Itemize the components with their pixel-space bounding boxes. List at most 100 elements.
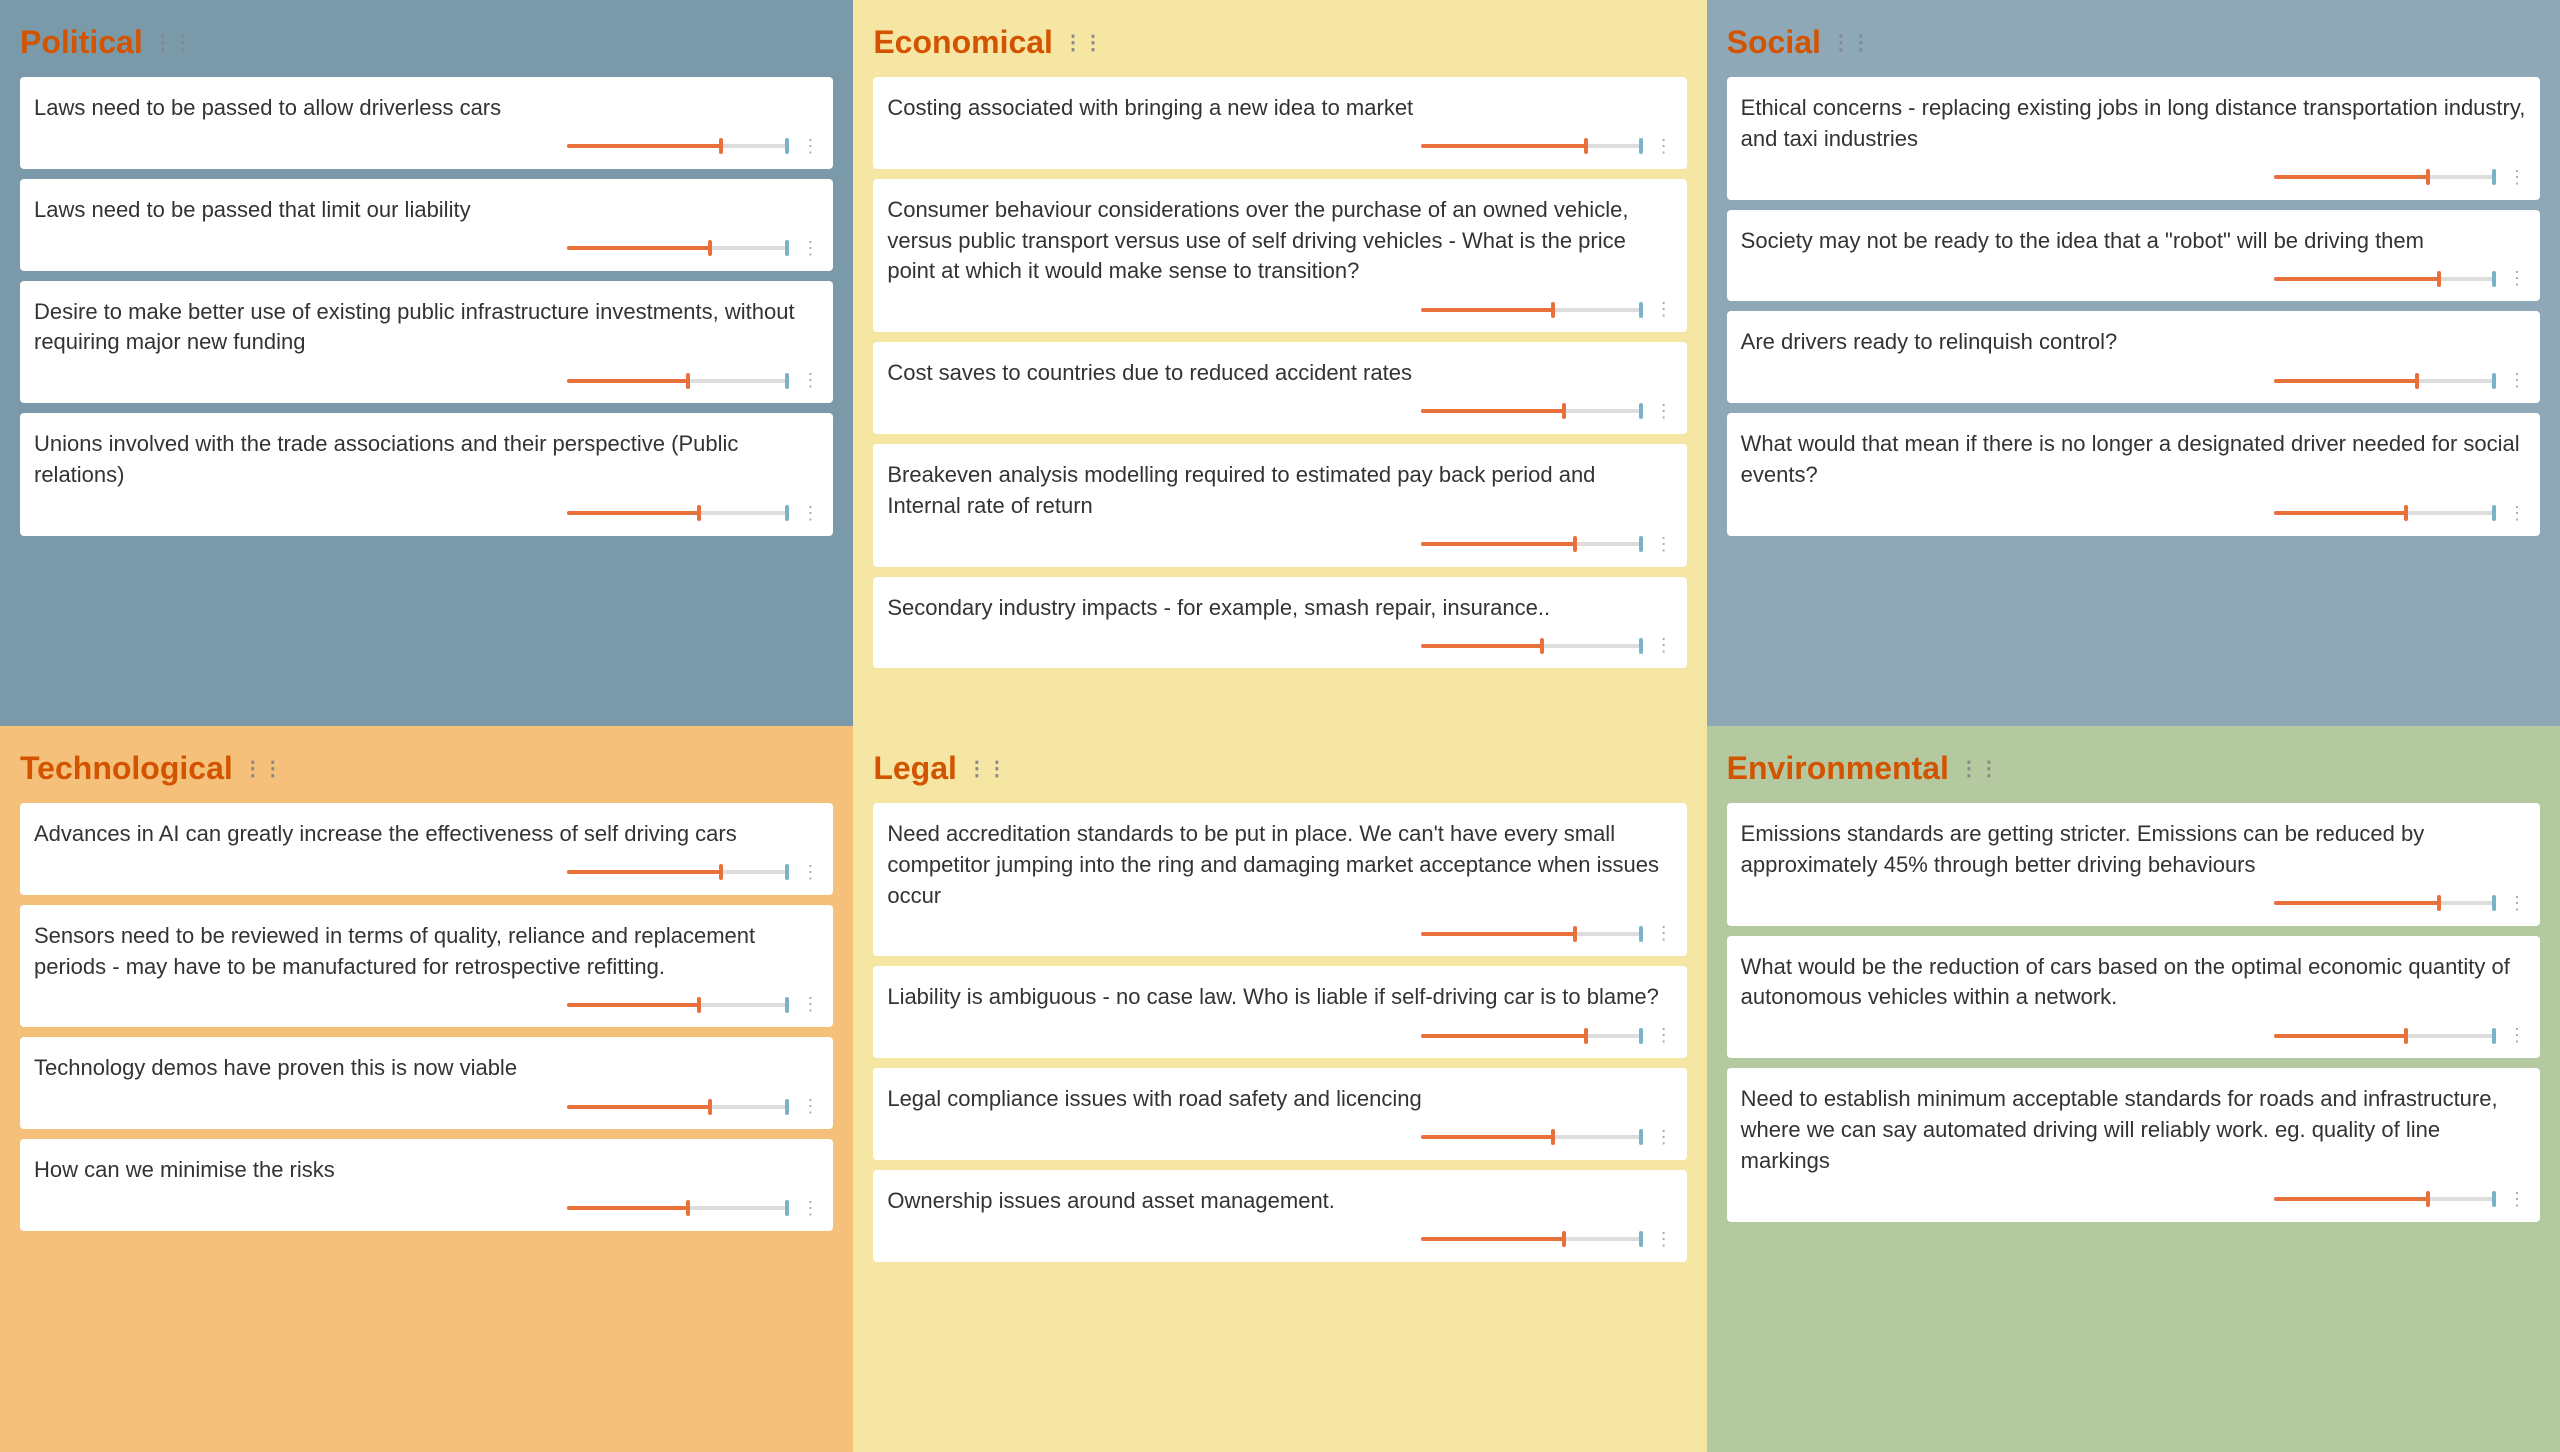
social-card-0-slider-thumb[interactable] <box>2426 169 2430 185</box>
social-card-3-dots-icon[interactable]: ⋮ <box>2508 503 2526 524</box>
legal-card-3-text: Ownership issues around asset management… <box>887 1186 1672 1217</box>
social-card-1-controls: ⋮ <box>1741 268 2526 293</box>
environmental-card-2-slider[interactable] <box>2274 1197 2494 1201</box>
economical-card-3-controls: ⋮ <box>887 534 1672 559</box>
legal-card-1-slider-thumb[interactable] <box>1584 1028 1588 1044</box>
technological-card-1-slider-thumb[interactable] <box>697 997 701 1013</box>
economical-card-0-slider[interactable] <box>1421 144 1641 148</box>
political-card-3-text: Unions involved with the trade associati… <box>34 429 819 491</box>
political-card-2-dots-icon[interactable]: ⋮ <box>801 370 819 391</box>
economical-card-4-dots-icon[interactable]: ⋮ <box>1655 635 1673 656</box>
legal-card-2: Legal compliance issues with road safety… <box>873 1068 1686 1160</box>
environmental-card-0-controls: ⋮ <box>1741 893 2526 918</box>
technological-card-1-controls: ⋮ <box>34 994 819 1019</box>
legal-card-3-slider-thumb[interactable] <box>1562 1231 1566 1247</box>
social-title-text: Social <box>1727 24 1821 61</box>
environmental-drag-icon[interactable]: ⋮⋮ <box>1959 756 1999 781</box>
economical-card-3-dots-icon[interactable]: ⋮ <box>1655 534 1673 555</box>
social-card-1-slider-thumb[interactable] <box>2437 271 2441 287</box>
social-card-2-slider[interactable] <box>2274 379 2494 383</box>
technological-card-2-dots-icon[interactable]: ⋮ <box>801 1096 819 1117</box>
economical-card-2-slider[interactable] <box>1421 409 1641 413</box>
political-card-2-text: Desire to make better use of existing pu… <box>34 297 819 359</box>
political-card-0-slider-thumb[interactable] <box>719 138 723 154</box>
social-card-0-slider[interactable] <box>2274 175 2494 179</box>
social-drag-icon[interactable]: ⋮⋮ <box>1831 30 1871 55</box>
political-card-0-dots-icon[interactable]: ⋮ <box>801 136 819 157</box>
legal-drag-icon[interactable]: ⋮⋮ <box>967 756 1007 781</box>
environmental-card-1-controls: ⋮ <box>1741 1025 2526 1050</box>
legal-card-2-dots-icon[interactable]: ⋮ <box>1655 1127 1673 1148</box>
technological-card-3-slider-thumb[interactable] <box>686 1200 690 1216</box>
technological-card-1: Sensors need to be reviewed in terms of … <box>20 905 833 1028</box>
political-card-3-dots-icon[interactable]: ⋮ <box>801 503 819 524</box>
legal-card-1-dots-icon[interactable]: ⋮ <box>1655 1025 1673 1046</box>
economical-card-4-slider[interactable] <box>1421 644 1641 648</box>
technological-card-2-slider-thumb[interactable] <box>708 1099 712 1115</box>
social-card-2-slider-thumb[interactable] <box>2415 373 2419 389</box>
technological-card-1-slider[interactable] <box>567 1003 787 1007</box>
economical-card-3-slider-thumb[interactable] <box>1573 536 1577 552</box>
legal-card-3-slider-end <box>1639 1231 1643 1247</box>
technological-card-0-dots-icon[interactable]: ⋮ <box>801 862 819 883</box>
technological-card-3-dots-icon[interactable]: ⋮ <box>801 1198 819 1219</box>
political-drag-icon[interactable]: ⋮⋮ <box>153 30 193 55</box>
economical-drag-icon[interactable]: ⋮⋮ <box>1063 30 1103 55</box>
environmental-card-0-slider-thumb[interactable] <box>2437 895 2441 911</box>
social-card-1-slider[interactable] <box>2274 277 2494 281</box>
legal-card-1-slider[interactable] <box>1421 1034 1641 1038</box>
legal-card-2-slider-end <box>1639 1129 1643 1145</box>
social-card-3-slider-thumb[interactable] <box>2404 505 2408 521</box>
technological-card-3-text: How can we minimise the risks <box>34 1155 819 1186</box>
legal-card-3-slider[interactable] <box>1421 1237 1641 1241</box>
political-card-1-dots-icon[interactable]: ⋮ <box>801 238 819 259</box>
legal-card-3-dots-icon[interactable]: ⋮ <box>1655 1229 1673 1250</box>
technological-drag-icon[interactable]: ⋮⋮ <box>243 756 283 781</box>
technological-card-3-slider[interactable] <box>567 1206 787 1210</box>
legal-card-0-slider[interactable] <box>1421 932 1641 936</box>
technological-card-1-dots-icon[interactable]: ⋮ <box>801 994 819 1015</box>
political-card-0-slider[interactable] <box>567 144 787 148</box>
technological-card-0-slider-thumb[interactable] <box>719 864 723 880</box>
social-card-3-slider[interactable] <box>2274 511 2494 515</box>
social-card-0-text: Ethical concerns - replacing existing jo… <box>1741 93 2526 155</box>
environmental-card-0-dots-icon[interactable]: ⋮ <box>2508 893 2526 914</box>
political-card-2-slider-fill <box>567 379 688 383</box>
economical-card-1-dots-icon[interactable]: ⋮ <box>1655 299 1673 320</box>
legal-card-0-dots-icon[interactable]: ⋮ <box>1655 923 1673 944</box>
social-card-0-dots-icon[interactable]: ⋮ <box>2508 167 2526 188</box>
economical-card-2-slider-thumb[interactable] <box>1562 403 1566 419</box>
technological-card-0-slider[interactable] <box>567 870 787 874</box>
economical-card-1-controls: ⋮ <box>887 299 1672 324</box>
environmental-card-2-slider-thumb[interactable] <box>2426 1191 2430 1207</box>
economical-card-0-dots-icon[interactable]: ⋮ <box>1655 136 1673 157</box>
environmental-card-1-dots-icon[interactable]: ⋮ <box>2508 1025 2526 1046</box>
legal-card-0-slider-fill <box>1421 932 1575 936</box>
social-card-1-dots-icon[interactable]: ⋮ <box>2508 268 2526 289</box>
environmental-card-2-dots-icon[interactable]: ⋮ <box>2508 1189 2526 1210</box>
technological-card-2-slider[interactable] <box>567 1105 787 1109</box>
legal-card-2-slider-thumb[interactable] <box>1551 1129 1555 1145</box>
economical-card-2-dots-icon[interactable]: ⋮ <box>1655 401 1673 422</box>
social-card-2-dots-icon[interactable]: ⋮ <box>2508 370 2526 391</box>
environmental-card-0-slider[interactable] <box>2274 901 2494 905</box>
economical-card-3-slider[interactable] <box>1421 542 1641 546</box>
economical-card-1-slider[interactable] <box>1421 308 1641 312</box>
technological-card-2: Technology demos have proven this is now… <box>20 1037 833 1129</box>
economical-title-text: Economical <box>873 24 1053 61</box>
legal-card-0-slider-thumb[interactable] <box>1573 926 1577 942</box>
economical-card-1-slider-thumb[interactable] <box>1551 302 1555 318</box>
environmental-card-1-slider[interactable] <box>2274 1034 2494 1038</box>
political-card-2-slider[interactable] <box>567 379 787 383</box>
political-card-3-slider[interactable] <box>567 511 787 515</box>
political-card-2: Desire to make better use of existing pu… <box>20 281 833 404</box>
political-card-2-slider-thumb[interactable] <box>686 373 690 389</box>
legal-card-2-slider[interactable] <box>1421 1135 1641 1139</box>
economical-card-2-slider-fill <box>1421 409 1564 413</box>
environmental-card-1-slider-thumb[interactable] <box>2404 1028 2408 1044</box>
political-card-1-slider[interactable] <box>567 246 787 250</box>
political-card-3-slider-thumb[interactable] <box>697 505 701 521</box>
economical-card-4-slider-thumb[interactable] <box>1540 638 1544 654</box>
political-card-1-slider-thumb[interactable] <box>708 240 712 256</box>
economical-card-0-slider-thumb[interactable] <box>1584 138 1588 154</box>
